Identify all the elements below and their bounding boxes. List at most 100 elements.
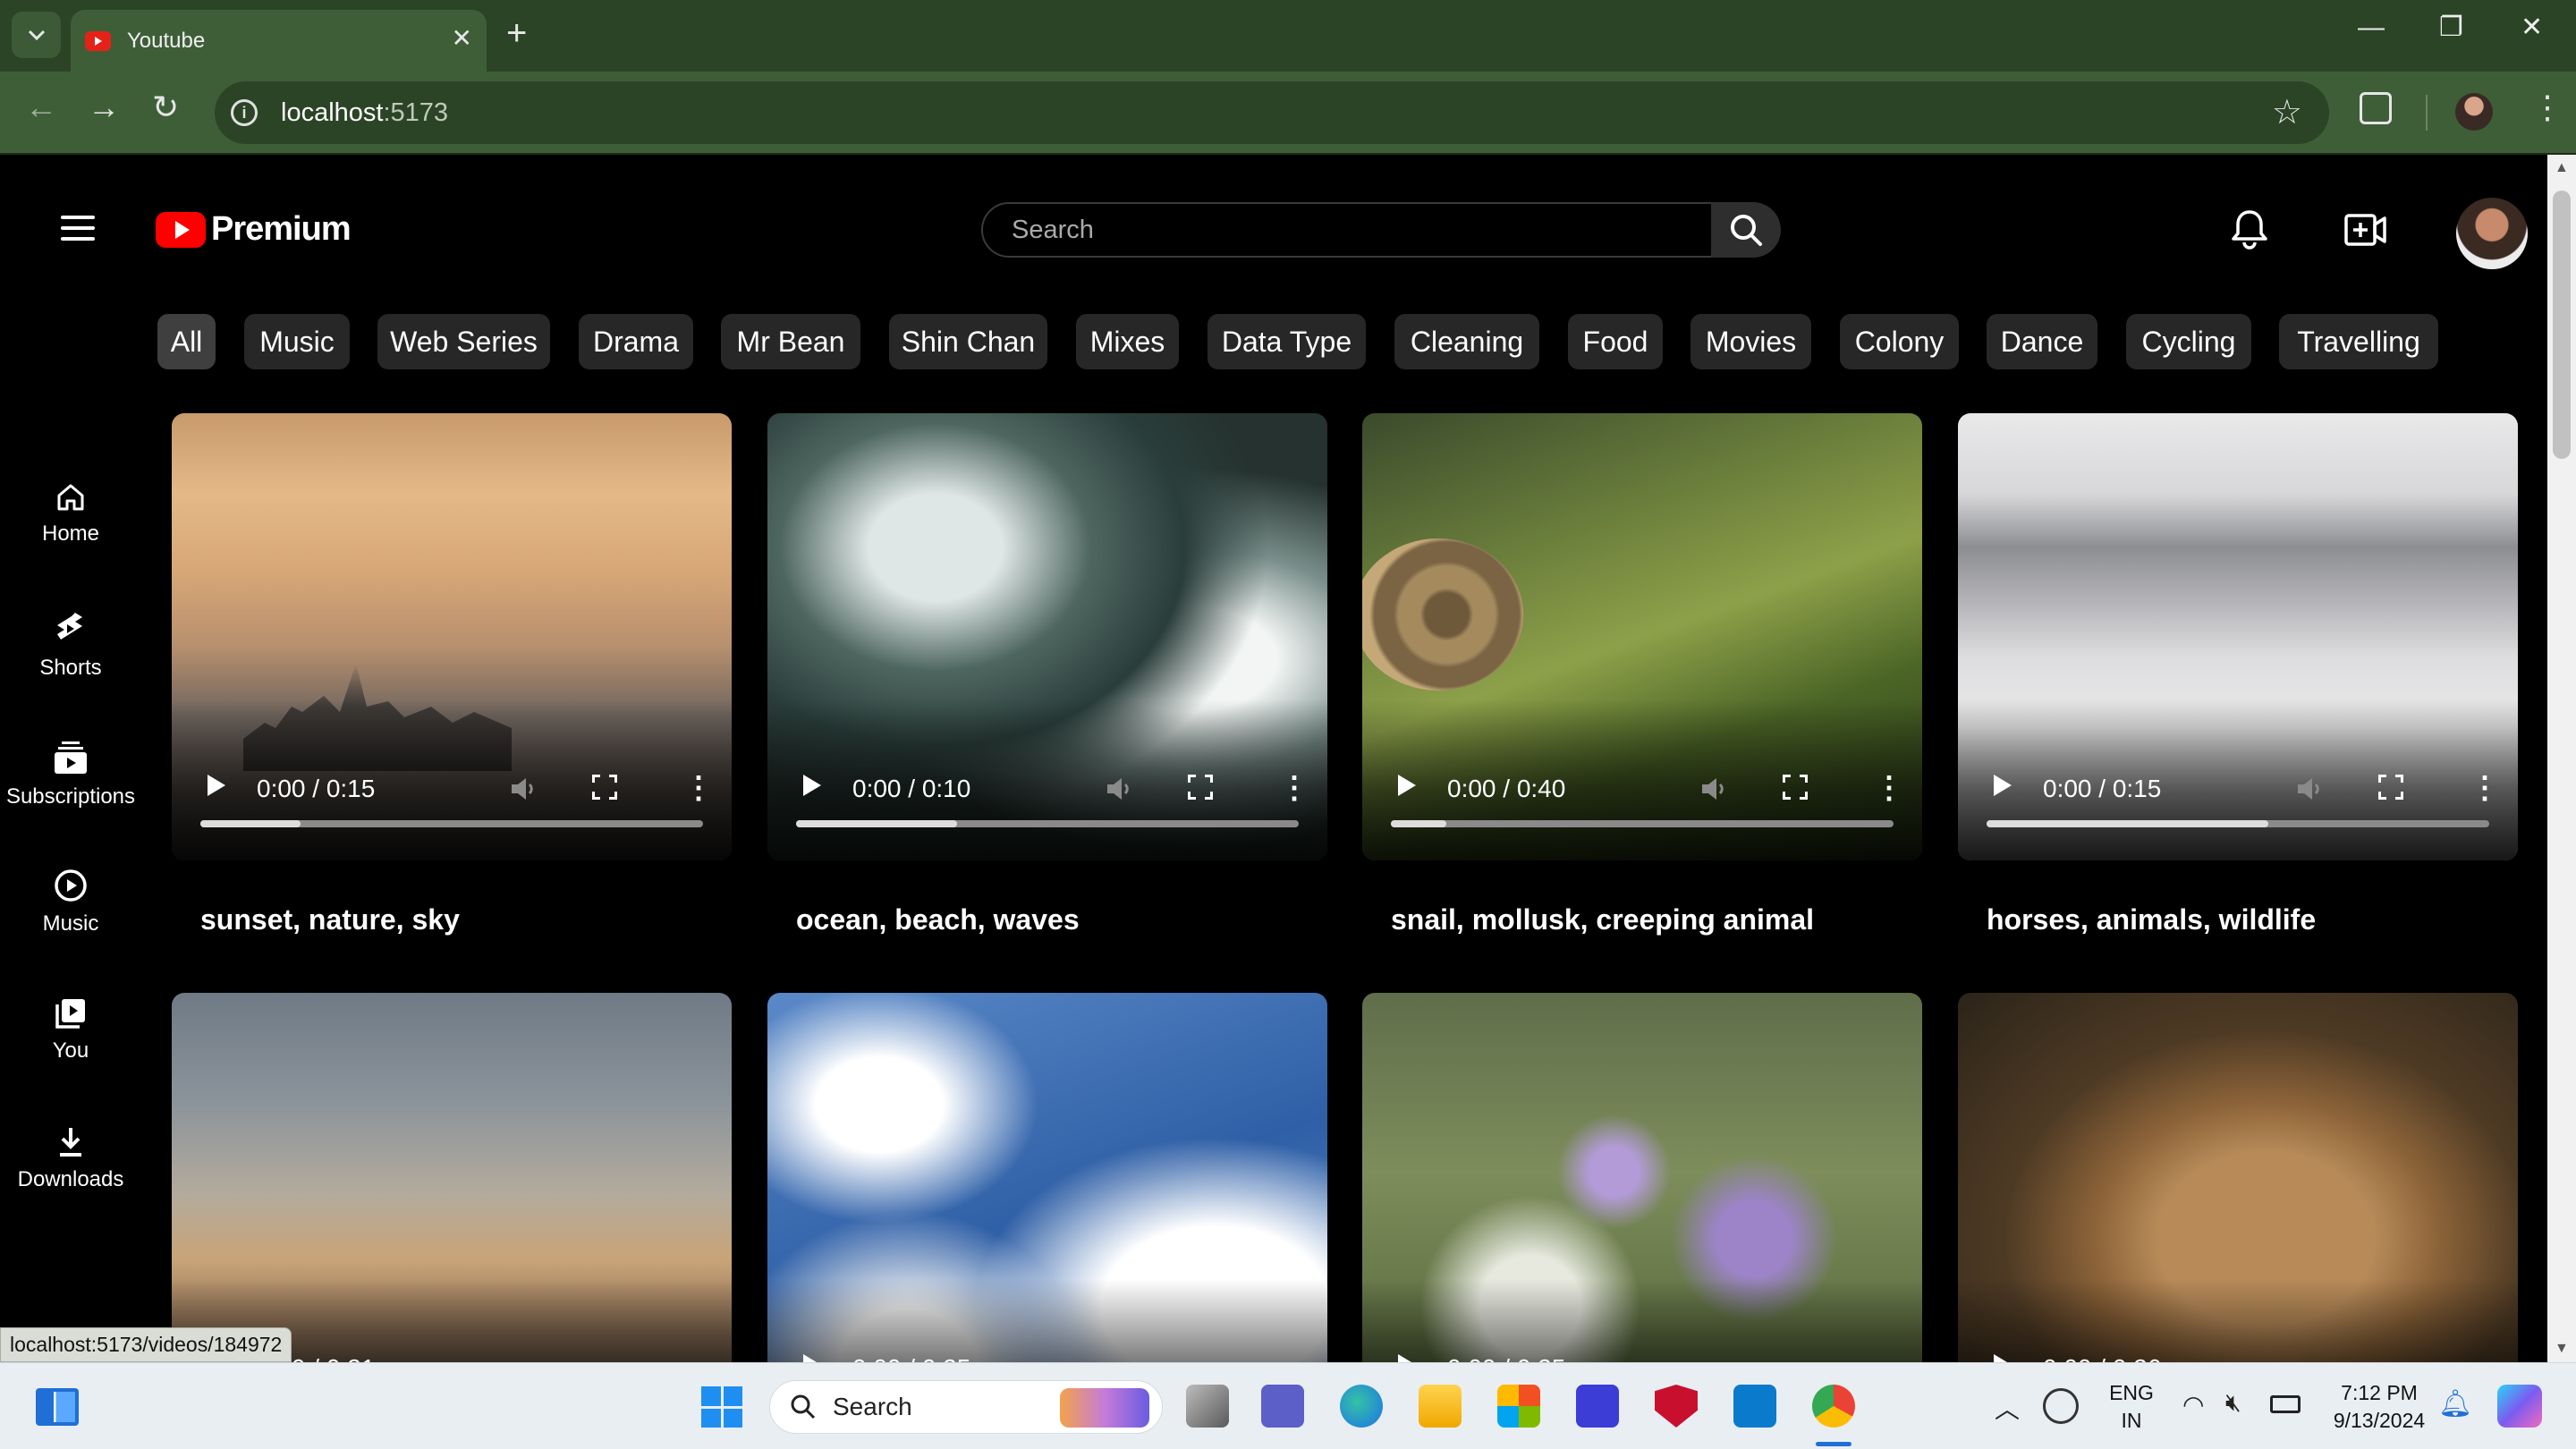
browser-profile-avatar[interactable] xyxy=(2455,93,2493,131)
chip-mr-bean[interactable]: Mr Bean xyxy=(721,314,860,369)
video-title[interactable]: ocean, beach, waves xyxy=(796,903,1080,936)
video-player[interactable]: 0:00 / 0:15 ⋮ xyxy=(1958,413,2518,860)
chip-cycling[interactable]: Cycling xyxy=(2126,314,2251,369)
sidebar-item-subscriptions[interactable]: Subscriptions xyxy=(0,740,141,809)
volume-muted-icon[interactable] xyxy=(1106,776,1132,801)
chip-all[interactable]: All xyxy=(157,314,216,369)
create-video-button[interactable] xyxy=(2343,212,2388,252)
menu-icon[interactable] xyxy=(61,216,95,241)
youtube-logo[interactable]: Premium xyxy=(156,210,352,249)
chip-data-type[interactable]: Data Type xyxy=(1208,314,1366,369)
play-icon[interactable] xyxy=(1398,775,1416,796)
play-icon[interactable] xyxy=(803,1354,821,1362)
chip-drama[interactable]: Drama xyxy=(579,314,693,369)
sidebar-item-shorts[interactable]: Shorts xyxy=(0,611,141,681)
search-button[interactable] xyxy=(1711,202,1781,258)
reload-button[interactable]: ↻ xyxy=(152,91,179,123)
chip-colony[interactable]: Colony xyxy=(1840,314,1959,369)
sidebar-item-downloads[interactable]: Downloads xyxy=(0,1126,141,1192)
play-icon[interactable] xyxy=(1994,1354,2012,1362)
microsoft-store-icon[interactable] xyxy=(1497,1385,1540,1428)
language-indicator[interactable]: ENG IN xyxy=(2104,1379,2159,1435)
vscode-icon[interactable] xyxy=(1733,1385,1776,1428)
battery-icon[interactable] xyxy=(2270,1395,2301,1413)
restore-button[interactable]: ❐ xyxy=(2439,14,2463,41)
progress-bar[interactable] xyxy=(200,820,703,827)
video-player[interactable]: 0:00 / 0:15 ⋮ xyxy=(172,413,732,860)
browser-menu-icon[interactable]: ⋮ xyxy=(2531,91,2563,123)
forward-button[interactable]: → xyxy=(88,91,120,123)
play-icon[interactable] xyxy=(208,775,225,796)
progress-bar[interactable] xyxy=(1391,820,1894,827)
video-player[interactable]: 0:00 / 0:25 xyxy=(767,993,1327,1362)
notification-bell-icon[interactable]: 🔔︎ xyxy=(2438,1388,2472,1419)
video-player[interactable]: 0:00 / 0:25 xyxy=(1362,993,1922,1362)
minimize-button[interactable]: — xyxy=(2358,14,2385,41)
chip-music[interactable]: Music xyxy=(244,314,350,369)
video-player[interactable]: 0:00 / 0:10 ⋮ xyxy=(767,413,1327,860)
windows-start-icon[interactable] xyxy=(701,1386,742,1428)
extensions-icon[interactable] xyxy=(2360,92,2392,124)
chip-travelling[interactable]: Travelling xyxy=(2279,314,2438,369)
clock[interactable]: 7:12 PM 9/13/2024 xyxy=(2317,1379,2442,1435)
widgets-icon[interactable] xyxy=(36,1388,79,1426)
chip-food[interactable]: Food xyxy=(1568,314,1663,369)
chip-dance[interactable]: Dance xyxy=(1987,314,2097,369)
video-player[interactable]: 0:00 / 0:21 xyxy=(172,993,732,1362)
notifications-button[interactable] xyxy=(2230,208,2269,256)
chevron-up-icon[interactable]: ︿ xyxy=(1995,1390,2020,1426)
search-input[interactable] xyxy=(1012,215,1711,245)
sync-icon[interactable] xyxy=(2043,1388,2079,1424)
video-player[interactable]: 0:00 / 0:26 xyxy=(1958,993,2518,1362)
volume-muted-icon[interactable] xyxy=(510,776,537,801)
mcafee-icon[interactable] xyxy=(1655,1385,1698,1428)
scrollbar-thumb[interactable] xyxy=(2553,191,2571,459)
more-options-icon[interactable]: ⋮ xyxy=(1874,773,1904,803)
sidebar-item-home[interactable]: Home xyxy=(0,482,141,547)
fullscreen-icon[interactable] xyxy=(1783,775,1808,800)
tab-close-icon[interactable]: ✕ xyxy=(452,26,472,51)
wifi-icon[interactable]: ◠ xyxy=(2182,1390,2204,1419)
video-title[interactable]: horses, animals, wildlife xyxy=(1987,903,2316,936)
back-button[interactable]: ← xyxy=(25,91,57,123)
video-title[interactable]: snail, mollusk, creeping animal xyxy=(1391,903,1814,936)
pen-app-icon[interactable] xyxy=(1576,1385,1619,1428)
scroll-down-arrow-icon[interactable]: ▼ xyxy=(2555,1341,2569,1357)
edge-icon[interactable] xyxy=(1340,1385,1383,1428)
progress-bar[interactable] xyxy=(1987,820,2489,827)
video-title[interactable]: sunset, nature, sky xyxy=(200,903,460,936)
volume-muted-icon[interactable]: 🔇︎ xyxy=(2225,1388,2241,1418)
taskbar-search-box[interactable]: Search xyxy=(769,1380,1163,1434)
volume-muted-icon[interactable] xyxy=(1700,776,1727,801)
chrome-icon[interactable] xyxy=(1812,1385,1855,1428)
more-options-icon[interactable]: ⋮ xyxy=(683,773,714,803)
bookmark-star-icon[interactable]: ☆ xyxy=(2272,92,2302,132)
task-view-icon[interactable] xyxy=(1186,1385,1229,1428)
chip-mixes[interactable]: Mixes xyxy=(1076,314,1179,369)
tab-search-button[interactable] xyxy=(12,12,61,58)
fullscreen-icon[interactable] xyxy=(2378,775,2403,800)
copilot-icon[interactable] xyxy=(2497,1385,2542,1428)
chip-shin-chan[interactable]: Shin Chan xyxy=(889,314,1047,369)
fullscreen-icon[interactable] xyxy=(1188,775,1213,800)
video-player[interactable]: 0:00 / 0:40 ⋮ xyxy=(1362,413,1922,860)
more-options-icon[interactable]: ⋮ xyxy=(1279,773,1309,803)
new-tab-button[interactable]: + xyxy=(506,15,527,51)
chip-movies[interactable]: Movies xyxy=(1690,314,1811,369)
file-explorer-icon[interactable] xyxy=(1419,1385,1462,1428)
address-bar[interactable]: i localhost:5173 ☆ xyxy=(215,81,2329,144)
chip-cleaning[interactable]: Cleaning xyxy=(1394,314,1539,369)
window-close-button[interactable]: ✕ xyxy=(2521,14,2543,41)
more-options-icon[interactable]: ⋮ xyxy=(2470,773,2500,803)
browser-tab-youtube[interactable]: Youtube ✕ xyxy=(71,10,487,72)
fullscreen-icon[interactable] xyxy=(592,775,617,800)
teams-icon[interactable] xyxy=(1261,1385,1304,1428)
page-scrollbar[interactable]: ▲ ▼ xyxy=(2547,155,2576,1362)
chip-web-series[interactable]: Web Series xyxy=(377,314,550,369)
play-icon[interactable] xyxy=(1398,1354,1416,1362)
play-icon[interactable] xyxy=(1994,775,2012,796)
sidebar-item-you[interactable]: You xyxy=(0,997,141,1063)
progress-bar[interactable] xyxy=(796,820,1299,827)
site-info-icon[interactable]: i xyxy=(231,99,258,126)
sidebar-item-music[interactable]: Music xyxy=(0,869,141,936)
